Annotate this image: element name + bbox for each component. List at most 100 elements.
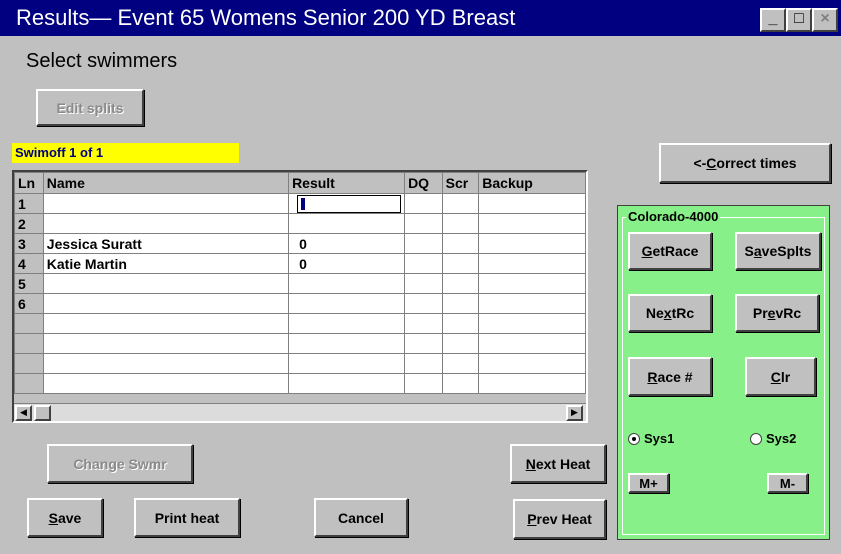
print-heat-button[interactable]: Print heat <box>134 498 240 537</box>
table-row[interactable]: 4 Katie Martin 0 <box>14 253 586 274</box>
cell-backup[interactable] <box>478 273 586 294</box>
cell-result[interactable] <box>288 193 406 214</box>
sys2-radio[interactable]: Sys2 <box>750 431 796 446</box>
cell-scr[interactable] <box>441 373 480 394</box>
race-number-button[interactable]: Race # <box>628 357 712 396</box>
cell-name[interactable]: Katie Martin <box>42 253 290 274</box>
cell-dq[interactable] <box>404 253 443 274</box>
cell-backup[interactable] <box>478 233 586 254</box>
prev-heat-button[interactable]: Prev Heat <box>513 499 606 539</box>
close-button[interactable]: × <box>812 8 838 32</box>
cell-scr[interactable] <box>441 293 480 314</box>
prev-race-button[interactable]: Pr e vRc <box>735 294 819 332</box>
cell-result[interactable] <box>288 313 406 334</box>
cell-backup[interactable] <box>478 253 586 274</box>
cell-dq[interactable] <box>404 233 443 254</box>
col-header-dq[interactable]: DQ <box>404 172 443 194</box>
cell-backup[interactable] <box>478 293 586 314</box>
cell-result[interactable]: 0 <box>288 253 406 274</box>
save-button[interactable]: Save <box>27 498 103 537</box>
cell-dq[interactable] <box>404 273 443 294</box>
memory-plus-button[interactable]: M+ <box>628 473 669 493</box>
cell-dq[interactable] <box>404 313 443 334</box>
scroll-right-icon[interactable]: ▶ <box>566 405 583 421</box>
clear-button[interactable]: Clr <box>745 357 816 396</box>
table-row[interactable] <box>14 313 586 334</box>
maximize-button[interactable]: □ <box>786 8 812 32</box>
col-header-result[interactable]: Result <box>288 172 406 194</box>
save-hotkey: S <box>48 509 58 526</box>
save-splits-pre: S <box>744 243 754 259</box>
cell-scr[interactable] <box>441 333 480 354</box>
cell-scr[interactable] <box>441 253 480 274</box>
cell-name[interactable] <box>42 273 290 294</box>
cell-result[interactable] <box>288 273 406 294</box>
cell-backup[interactable] <box>478 313 586 334</box>
sys1-label: Sys1 <box>644 431 675 446</box>
col-header-ln[interactable]: Ln <box>14 172 44 194</box>
sys1-radio[interactable]: Sys1 <box>628 431 674 446</box>
cell-name[interactable]: Jessica Suratt <box>42 233 290 254</box>
cancel-button[interactable]: Cancel <box>314 498 408 537</box>
col-header-scr[interactable]: Scr <box>441 172 480 194</box>
cell-name[interactable] <box>42 313 290 334</box>
cell-name[interactable] <box>42 373 290 394</box>
edit-splits-button[interactable]: Edit splits <box>36 89 144 126</box>
cell-name[interactable] <box>42 193 290 214</box>
cell-result[interactable]: 0 <box>288 233 406 254</box>
correct-times-button[interactable]: <- Correct times <box>659 143 831 183</box>
cell-dq[interactable] <box>404 213 443 234</box>
table-row[interactable] <box>14 333 586 354</box>
cell-name[interactable] <box>42 293 290 314</box>
table-row[interactable] <box>14 373 586 394</box>
cell-backup[interactable] <box>478 193 586 214</box>
cell-dq[interactable] <box>404 373 443 394</box>
cell-result[interactable] <box>288 373 406 394</box>
scroll-left-icon[interactable]: ◀ <box>15 405 32 421</box>
next-race-button[interactable]: Ne x tRc <box>628 294 712 332</box>
cell-backup[interactable] <box>478 213 586 234</box>
cell-result[interactable] <box>288 293 406 314</box>
table-row[interactable]: 2 <box>14 213 586 234</box>
cell-scr[interactable] <box>441 273 480 294</box>
cell-scr[interactable] <box>441 233 480 254</box>
cell-dq[interactable] <box>404 293 443 314</box>
cell-backup[interactable] <box>478 373 586 394</box>
next-heat-rest: ext Heat <box>535 455 591 472</box>
cell-result[interactable] <box>288 333 406 354</box>
save-splits-button[interactable]: Sa veSplts <box>735 232 821 270</box>
result-editor[interactable] <box>297 194 402 213</box>
cell-dq[interactable] <box>404 333 443 354</box>
memory-minus-button[interactable]: M- <box>767 473 808 493</box>
cell-backup[interactable] <box>478 353 586 374</box>
horizontal-scrollbar[interactable]: ◀ ▶ <box>14 403 586 421</box>
col-header-backup[interactable]: Backup <box>478 172 586 194</box>
scroll-thumb[interactable] <box>34 405 51 421</box>
cell-scr[interactable] <box>441 313 480 334</box>
cell-backup[interactable] <box>478 333 586 354</box>
cell-name[interactable] <box>42 213 290 234</box>
clear-hotkey: C <box>770 368 781 385</box>
cell-dq[interactable] <box>404 193 443 214</box>
cell-scr[interactable] <box>441 353 480 374</box>
cell-scr[interactable] <box>441 213 480 234</box>
table-row[interactable]: 6 <box>14 293 586 314</box>
table-row[interactable] <box>14 353 586 374</box>
table-row[interactable]: 1 <box>14 193 586 214</box>
col-header-name[interactable]: Name <box>42 172 290 194</box>
clear-rest: lr <box>780 368 791 385</box>
change-swimmer-button[interactable]: Change Swmr <box>47 444 193 483</box>
cell-scr[interactable] <box>441 193 480 214</box>
cell-name[interactable] <box>42 353 290 374</box>
minimize-button[interactable]: _ <box>760 8 786 32</box>
cell-dq[interactable] <box>404 353 443 374</box>
cell-name[interactable] <box>42 333 290 354</box>
cell-result[interactable] <box>288 213 406 234</box>
table-row[interactable]: 5 <box>14 273 586 294</box>
get-race-hotkey: G <box>641 243 653 259</box>
table-row[interactable]: 3 Jessica Suratt 0 <box>14 233 586 254</box>
next-heat-button[interactable]: Next Heat <box>510 444 606 483</box>
cell-result[interactable] <box>288 353 406 374</box>
results-grid[interactable]: Ln Name Result DQ Scr Backup 1 2 3 Jessica … <box>12 170 588 423</box>
get-race-button[interactable]: GetRace <box>628 232 712 270</box>
